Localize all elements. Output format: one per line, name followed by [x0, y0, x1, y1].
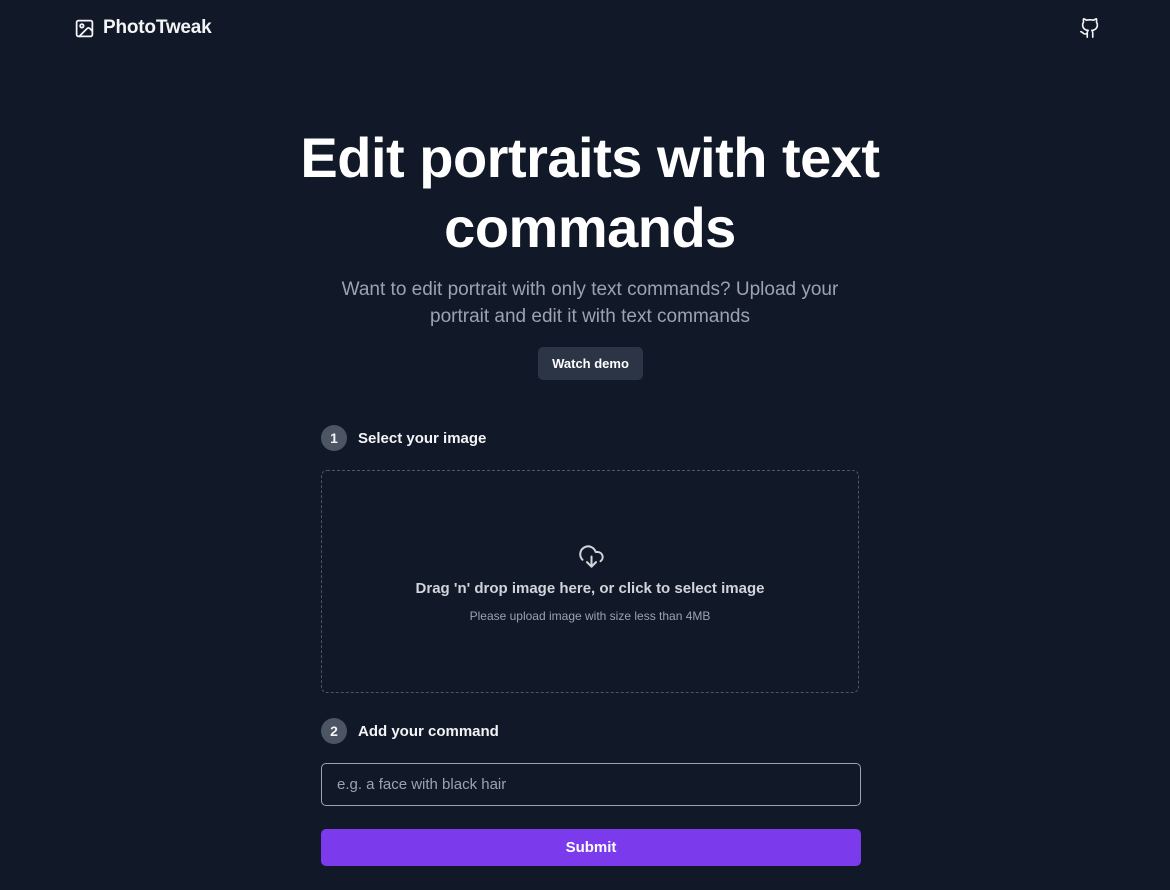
step-number-badge: 2 [321, 718, 347, 744]
step-label: Add your command [358, 722, 499, 740]
top-navbar: PhotoTweak [0, 0, 1170, 56]
step-number-badge: 1 [321, 425, 347, 451]
dropzone-title: Drag 'n' drop image here, or click to se… [415, 580, 765, 597]
github-icon[interactable] [1079, 17, 1101, 39]
step-label: Select your image [358, 429, 487, 447]
command-input[interactable] [321, 763, 861, 806]
watch-demo-button[interactable]: Watch demo [538, 347, 643, 380]
page-subtitle: Want to edit portrait with only text com… [341, 279, 839, 327]
cloud-download-icon [578, 543, 605, 570]
dropzone-hint: Please upload image with size less than … [469, 609, 711, 623]
brand-link[interactable]: PhotoTweak [74, 17, 212, 39]
submit-button[interactable]: Submit [321, 829, 861, 866]
step-add-command: 2 Add your command [321, 718, 499, 744]
page-title: Edit portraits with text commands [300, 126, 880, 259]
image-icon [74, 18, 95, 39]
brand-name: PhotoTweak [103, 17, 212, 38]
step-select-image: 1 Select your image [321, 425, 486, 451]
image-dropzone[interactable]: Drag 'n' drop image here, or click to se… [321, 470, 859, 693]
